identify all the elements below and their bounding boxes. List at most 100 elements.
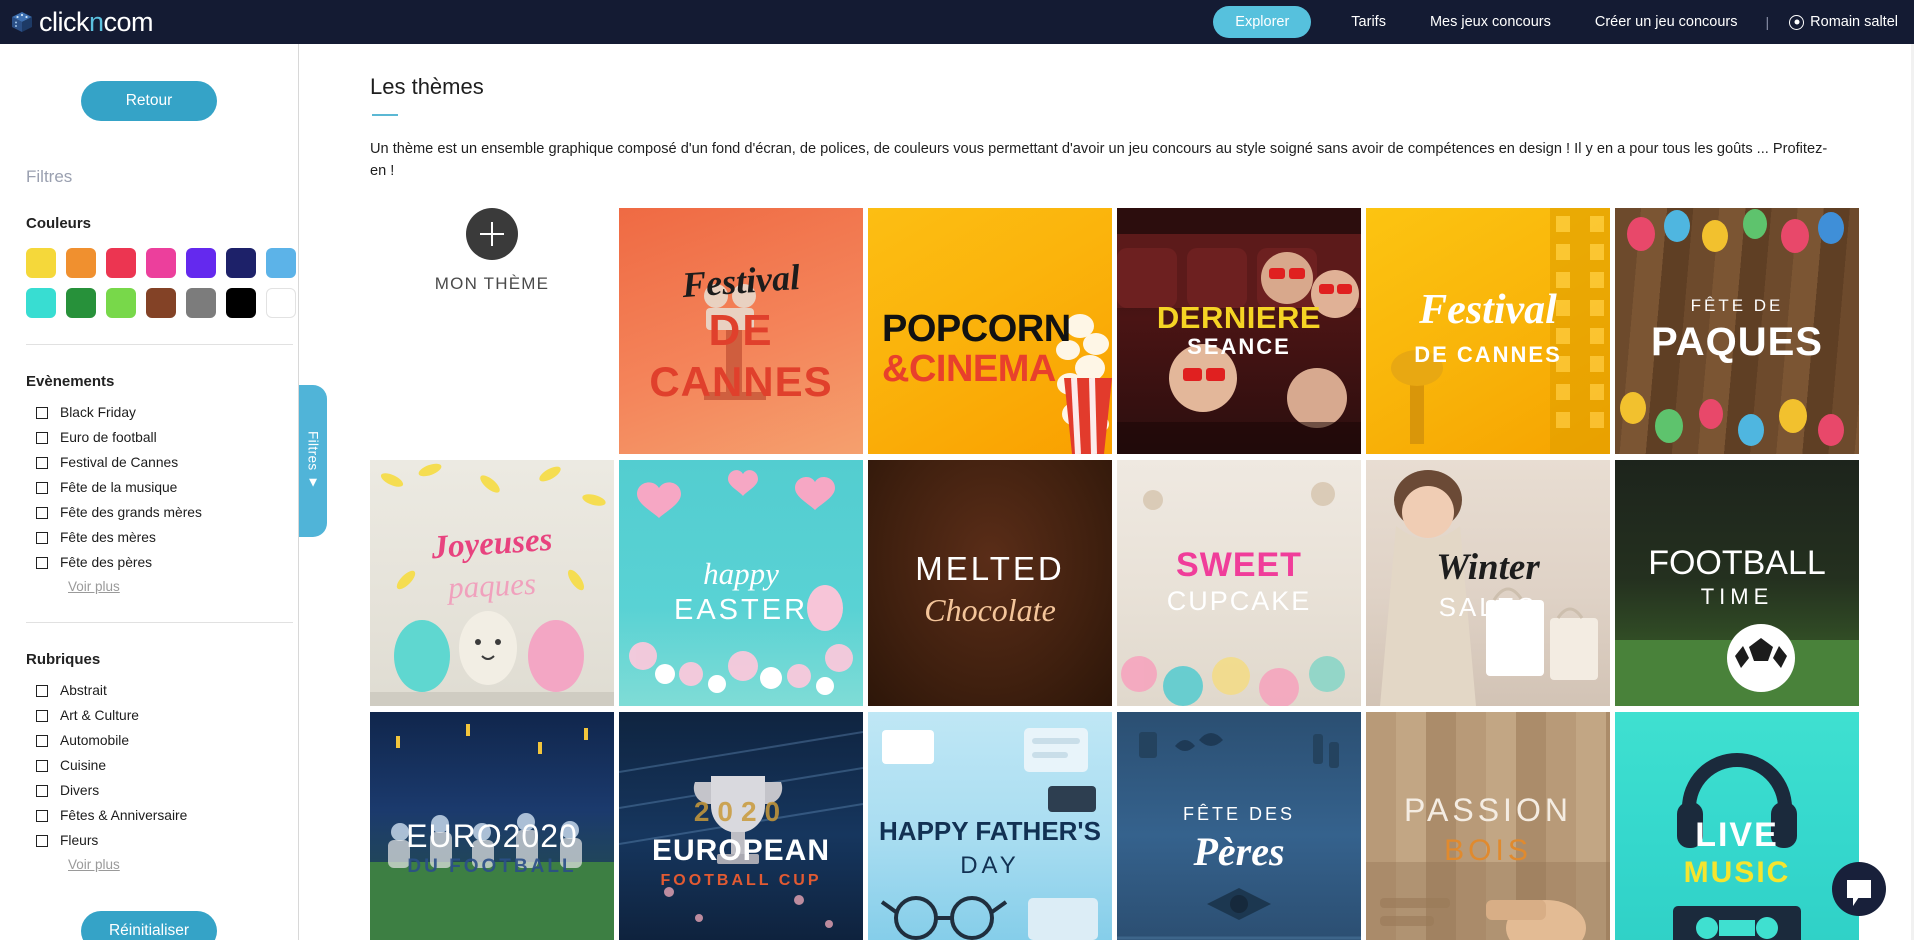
brand-logo[interactable]: clickncom <box>10 6 154 38</box>
checkbox-icon[interactable] <box>36 684 48 697</box>
theme-card-fete-des-peres[interactable]: FÊTE DES Pères <box>1117 712 1361 940</box>
events-voir-plus-link[interactable]: Voir plus <box>68 579 120 594</box>
theme-card-festival-cannes-orange[interactable]: Festival DE CANNES <box>619 208 863 454</box>
rubriques-heading: Rubriques <box>26 651 101 668</box>
color-swatch-0[interactable] <box>26 248 56 278</box>
filters-sidebar: Retour Filtres Couleurs Evènements Black… <box>0 44 299 940</box>
brand-name-part1: click <box>39 6 90 37</box>
color-swatch-3[interactable] <box>146 248 176 278</box>
theme-card-fete-de-paques[interactable]: FÊTE DE PAQUES <box>1615 208 1859 454</box>
events-heading: Evènements <box>26 373 115 390</box>
nav-separator: | <box>1765 14 1770 30</box>
theme-card-joyeuses-paques[interactable]: Joyeuses paques <box>370 460 614 706</box>
events-checkbox-list: Black Friday Euro de football Festival de … <box>26 400 272 575</box>
checkbox-icon[interactable] <box>36 481 48 494</box>
checkbox-icon[interactable] <box>36 556 48 569</box>
rubrique-filter-3[interactable]: Cuisine <box>26 753 272 778</box>
color-swatch-6[interactable] <box>266 248 296 278</box>
nav-item-creer-jeu-concours[interactable]: Créer un jeu concours <box>1573 14 1760 30</box>
reset-filters-button[interactable]: Réinitialiser <box>81 911 217 940</box>
checkbox-icon[interactable] <box>36 431 48 444</box>
rubrique-filter-6[interactable]: Fleurs <box>26 828 272 853</box>
color-swatch-10[interactable] <box>146 288 176 318</box>
theme-card-mon-theme[interactable]: MON THÈME <box>370 208 614 454</box>
theme-card-football-time[interactable]: FOOTBALL TIME <box>1615 460 1859 706</box>
filters-toggle-tab[interactable]: Filtres ▼ <box>299 385 327 537</box>
page-description: Un thème est un ensemble graphique compo… <box>370 141 1828 179</box>
theme-card-melted-chocolate[interactable]: MELTED Chocolate <box>868 460 1112 706</box>
rubrique-filter-4[interactable]: Divers <box>26 778 272 803</box>
color-swatch-11[interactable] <box>186 288 216 318</box>
event-filter-label: Fête des grands mères <box>60 505 202 520</box>
theme-card-happy-fathers-day[interactable]: HAPPY FATHER'S DAY <box>868 712 1112 940</box>
filters-heading: Filtres <box>26 167 73 186</box>
checkbox-icon[interactable] <box>36 456 48 469</box>
divider-after-events <box>26 622 293 623</box>
event-filter-6[interactable]: Fête des pères <box>26 550 272 575</box>
checkbox-icon[interactable] <box>36 531 48 544</box>
mon-theme-inner: MON THÈME <box>370 208 614 294</box>
checkbox-icon[interactable] <box>36 809 48 822</box>
user-name-label: Romain saltel <box>1810 14 1898 30</box>
checkbox-icon[interactable] <box>36 734 48 747</box>
nav-item-tarifs[interactable]: Tarifs <box>1329 14 1408 30</box>
rubrique-filter-label: Fêtes & Anniversaire <box>60 808 188 823</box>
event-filter-3[interactable]: Fête de la musique <box>26 475 272 500</box>
user-account-menu[interactable]: Romain saltel <box>1775 14 1898 30</box>
color-swatch-7[interactable] <box>26 288 56 318</box>
nav-item-explorer[interactable]: Explorer <box>1213 6 1312 38</box>
checkbox-icon[interactable] <box>36 406 48 419</box>
color-swatch-1[interactable] <box>66 248 96 278</box>
rubrique-filter-label: Fleurs <box>60 833 99 848</box>
color-swatch-5[interactable] <box>226 248 256 278</box>
rubrique-filter-5[interactable]: Fêtes & Anniversaire <box>26 803 272 828</box>
divider-after-colors <box>26 344 293 345</box>
chat-support-button[interactable] <box>1832 862 1886 916</box>
rubrique-filter-label: Abstrait <box>60 683 107 698</box>
event-filter-0[interactable]: Black Friday <box>26 400 272 425</box>
event-filter-4[interactable]: Fête des grands mères <box>26 500 272 525</box>
chat-bubble-icon <box>1847 880 1871 906</box>
nav-links-group: Explorer Tarifs Mes jeux concours Créer … <box>1213 0 1914 44</box>
page-title: Les thèmes <box>370 74 484 99</box>
theme-card-winter-sales[interactable]: Winter SALES <box>1366 460 1610 706</box>
color-swatch-12[interactable] <box>226 288 256 318</box>
color-swatch-9[interactable] <box>106 288 136 318</box>
user-avatar-icon <box>1789 14 1805 30</box>
theme-card-happy-easter[interactable]: happy EASTER <box>619 460 863 706</box>
color-swatch-8[interactable] <box>66 288 96 318</box>
theme-card-euro2020[interactable]: EURO2020 DU FOOTBALL <box>370 712 614 940</box>
color-swatch-grid <box>26 248 296 318</box>
event-filter-1[interactable]: Euro de football <box>26 425 272 450</box>
color-swatch-13[interactable] <box>266 288 296 318</box>
theme-card-european-cup[interactable]: 2020 EUROPEAN FOOTBALL CUP <box>619 712 863 940</box>
themes-grid: MON THÈME Festival DE CANNES POPCORN &CI… <box>370 208 1870 940</box>
checkbox-icon[interactable] <box>36 834 48 847</box>
brand-name-part3: com <box>103 6 154 37</box>
rubrique-filter-1[interactable]: Art & Culture <box>26 703 272 728</box>
theme-card-popcorn-cinema[interactable]: POPCORN &CINEMA <box>868 208 1112 454</box>
rubrique-filter-2[interactable]: Automobile <box>26 728 272 753</box>
theme-card-live-music[interactable]: LIVE MUSIC <box>1615 712 1859 940</box>
event-filter-5[interactable]: Fête des mères <box>26 525 272 550</box>
theme-card-derniere-seance[interactable]: DERNIERE SEANCE <box>1117 208 1361 454</box>
color-swatch-2[interactable] <box>106 248 136 278</box>
top-navigation-bar: clickncom Explorer Tarifs Mes jeux conco… <box>0 0 1914 44</box>
nav-item-mes-jeux-concours[interactable]: Mes jeux concours <box>1408 14 1573 30</box>
rubriques-voir-plus-link[interactable]: Voir plus <box>68 857 120 872</box>
event-filter-label: Euro de football <box>60 430 157 445</box>
color-swatch-4[interactable] <box>186 248 216 278</box>
theme-card-sweet-cupcake[interactable]: SWEET CUPCAKE <box>1117 460 1361 706</box>
rubrique-filter-0[interactable]: Abstrait <box>26 678 272 703</box>
colors-heading: Couleurs <box>26 215 92 232</box>
back-button[interactable]: Retour <box>81 81 217 121</box>
checkbox-icon[interactable] <box>36 709 48 722</box>
theme-card-festival-cannes-yellow[interactable]: Festival DE CANNES <box>1366 208 1610 454</box>
checkbox-icon[interactable] <box>36 506 48 519</box>
theme-card-passion-bois[interactable]: PASSION BOIS <box>1366 712 1610 940</box>
checkbox-icon[interactable] <box>36 784 48 797</box>
event-filter-label: Festival de Cannes <box>60 455 179 470</box>
brand-name: clickncom <box>39 6 154 38</box>
checkbox-icon[interactable] <box>36 759 48 772</box>
event-filter-2[interactable]: Festival de Cannes <box>26 450 272 475</box>
